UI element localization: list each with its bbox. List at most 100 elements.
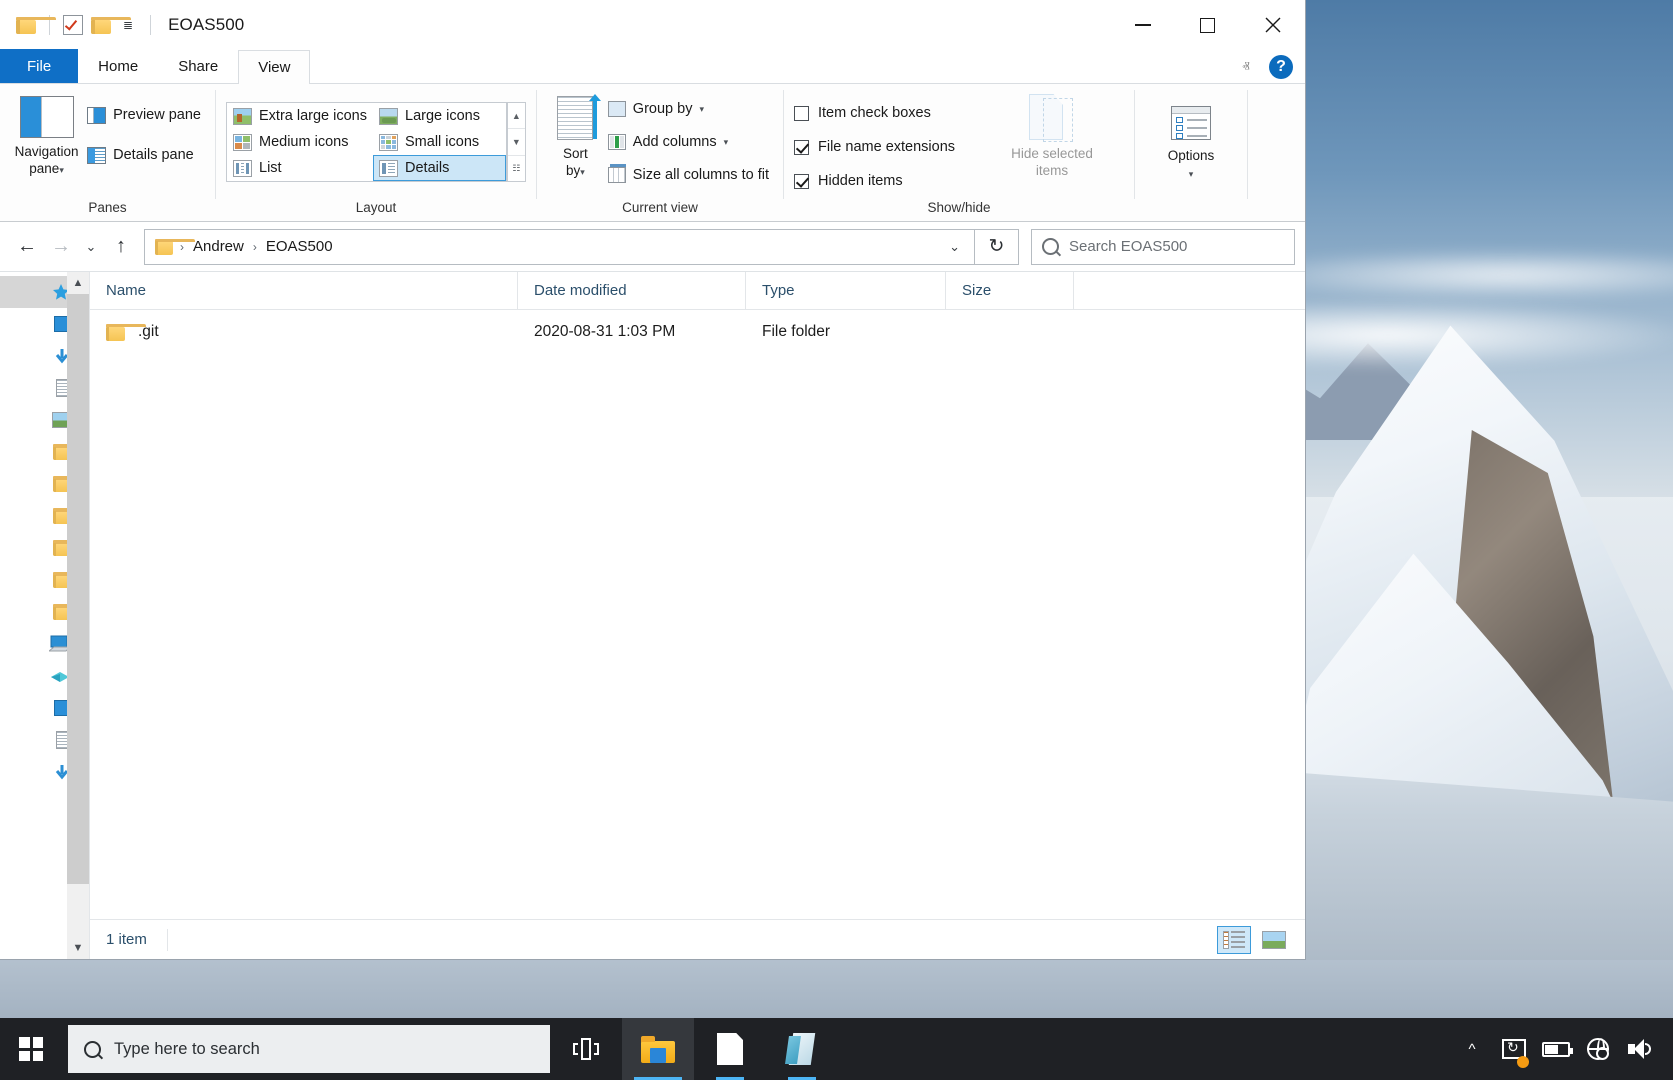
explorer-folder-icon[interactable]: [16, 16, 56, 34]
customize-qat-dropdown-icon[interactable]: ≣: [119, 18, 137, 32]
minimize-button[interactable]: [1110, 0, 1175, 50]
tab-view[interactable]: View: [238, 50, 311, 84]
forward-button[interactable]: →: [44, 230, 78, 264]
extra-large-icons-icon: [233, 107, 252, 125]
task-view-icon: [573, 1038, 599, 1060]
breadcrumb-item-andrew[interactable]: Andrew: [189, 238, 248, 255]
navigation-pane-scrollbar[interactable]: ▲ ▼: [67, 272, 89, 959]
chevron-up-icon: ^: [1468, 1040, 1476, 1058]
ribbon-divider-5: [1247, 90, 1248, 199]
large-icons-view-toggle[interactable]: [1257, 926, 1291, 954]
navigation-pane-label-line1: Navigation: [14, 144, 79, 159]
column-header-name[interactable]: ˄ Name: [90, 272, 518, 310]
options-chevron-down-icon[interactable]: ▾: [1189, 169, 1194, 179]
tab-home[interactable]: Home: [78, 49, 158, 83]
ribbon-group-layout: Extra large icons Large icons Medium ico…: [216, 84, 536, 221]
file-explorer-icon: [641, 1035, 675, 1063]
taskbar-notepad[interactable]: [694, 1018, 766, 1080]
system-tray: ^: [1453, 1018, 1673, 1080]
ribbon-group-options: Options ▾: [1135, 84, 1247, 221]
up-button[interactable]: ↑: [104, 230, 138, 264]
sort-by-button[interactable]: Sort by▾: [547, 92, 604, 180]
details-pane-button[interactable]: Details pane: [83, 142, 205, 168]
taskbar-search-box[interactable]: Type here to search: [68, 1025, 550, 1073]
size-all-columns-button[interactable]: Size all columns to fit: [604, 162, 773, 188]
collapse-ribbon-icon[interactable]: ⱏ: [1237, 58, 1255, 76]
battery-icon: [1542, 1041, 1573, 1057]
preview-pane-button[interactable]: Preview pane: [83, 102, 205, 128]
file-name-extensions-checkbox[interactable]: [794, 139, 809, 155]
breadcrumb-bar[interactable]: › Andrew › EOAS500 ⌄: [144, 228, 975, 265]
address-dropdown-icon[interactable]: ⌄: [939, 239, 970, 255]
layout-list[interactable]: List: [227, 155, 373, 181]
details-view-icon: [379, 159, 398, 177]
help-button[interactable]: ?: [1269, 55, 1293, 79]
table-row[interactable]: .git 2020-08-31 1:03 PM File folder: [90, 310, 1305, 354]
nav-scroll-thumb[interactable]: [67, 294, 89, 884]
column-header-size-label: Size: [962, 282, 992, 299]
task-view-button[interactable]: [550, 1018, 622, 1080]
search-box[interactable]: Search EOAS500: [1031, 228, 1295, 265]
taskbar-file-explorer[interactable]: [622, 1018, 694, 1080]
network-button[interactable]: [1579, 1018, 1617, 1080]
hidden-items-option[interactable]: Hidden items: [794, 166, 990, 196]
layout-small-icons[interactable]: Small icons: [373, 129, 506, 155]
file-name-extensions-option[interactable]: File name extensions: [794, 132, 990, 162]
back-button[interactable]: ←: [10, 230, 44, 264]
breadcrumb-item-eoas500[interactable]: EOAS500: [262, 238, 337, 255]
add-columns-label: Add columns: [632, 134, 717, 150]
group-by-chevron-down-icon: ▾: [699, 103, 704, 114]
item-check-boxes-option[interactable]: Item check boxes: [794, 98, 990, 128]
volume-button[interactable]: [1621, 1018, 1659, 1080]
recent-locations-button[interactable]: ⌄: [78, 230, 104, 264]
onedrive-sync-button[interactable]: [1495, 1018, 1533, 1080]
breadcrumb-separator-1[interactable]: ›: [248, 240, 262, 254]
ribbon-right-controls: ⱏ ?: [1237, 55, 1293, 79]
layout-extra-large-icons[interactable]: Extra large icons: [227, 103, 373, 129]
group-by-button[interactable]: Group by ▾: [604, 96, 773, 122]
options-button[interactable]: Options ▾: [1145, 102, 1237, 182]
close-icon: [1265, 17, 1280, 33]
layout-large-icons[interactable]: Large icons: [373, 103, 506, 129]
gallery-scroll-up-icon[interactable]: ▲: [508, 103, 525, 128]
column-header-size[interactable]: Size: [946, 272, 1074, 310]
file-list-area: ˄ Name Date modified Type Size: [90, 272, 1305, 959]
row-type-cell: File folder: [762, 323, 831, 340]
layout-gallery-scrollbar[interactable]: ▲ ▼ ☷: [506, 102, 526, 182]
tab-file[interactable]: File: [0, 49, 79, 83]
view-toggle-buttons: [1217, 925, 1291, 954]
file-name-extensions-label: File name extensions: [818, 139, 956, 155]
properties-icon[interactable]: [63, 15, 83, 35]
quick-access-toolbar: ≣: [0, 15, 156, 35]
column-header-type[interactable]: Type: [746, 272, 946, 310]
sort-by-icon: [557, 94, 602, 140]
layout-details[interactable]: Details: [373, 155, 506, 181]
navigation-pane-button[interactable]: Navigation pane▾: [10, 92, 83, 178]
refresh-button[interactable]: ↻: [975, 228, 1019, 265]
maximize-button[interactable]: [1175, 0, 1240, 50]
row-name-cell: .git: [90, 323, 518, 341]
details-view-toggle[interactable]: [1217, 925, 1251, 954]
nav-scroll-down-icon[interactable]: ▼: [67, 937, 89, 959]
show-hidden-icons-button[interactable]: ^: [1453, 1018, 1491, 1080]
address-bar: ← → ⌄ ↑ › Andrew › EOAS500 ⌄ ↻ Search EO…: [0, 222, 1305, 272]
close-button[interactable]: [1240, 0, 1305, 50]
taskbar-onenote[interactable]: [766, 1018, 838, 1080]
item-check-boxes-label: Item check boxes: [818, 105, 931, 121]
new-folder-icon[interactable]: [91, 16, 131, 34]
title-bar: ≣ EOAS500: [0, 0, 1305, 50]
file-rows: .git 2020-08-31 1:03 PM File folder: [90, 310, 1305, 919]
start-button[interactable]: [0, 1018, 62, 1080]
search-icon: [1038, 234, 1063, 259]
nav-scroll-up-icon[interactable]: ▲: [67, 272, 89, 294]
gallery-expand-icon[interactable]: ☷: [507, 154, 525, 181]
gallery-scroll-down-icon[interactable]: ▼: [507, 128, 525, 154]
tab-share[interactable]: Share: [158, 49, 238, 83]
layout-gallery: Extra large icons Large icons Medium ico…: [226, 102, 507, 182]
layout-medium-icons[interactable]: Medium icons: [227, 129, 373, 155]
add-columns-button[interactable]: Add columns ▾: [604, 129, 773, 155]
battery-button[interactable]: [1537, 1018, 1575, 1080]
item-check-boxes-checkbox[interactable]: [794, 105, 809, 121]
column-header-date-modified[interactable]: Date modified: [518, 272, 746, 310]
hidden-items-checkbox[interactable]: [794, 173, 809, 189]
